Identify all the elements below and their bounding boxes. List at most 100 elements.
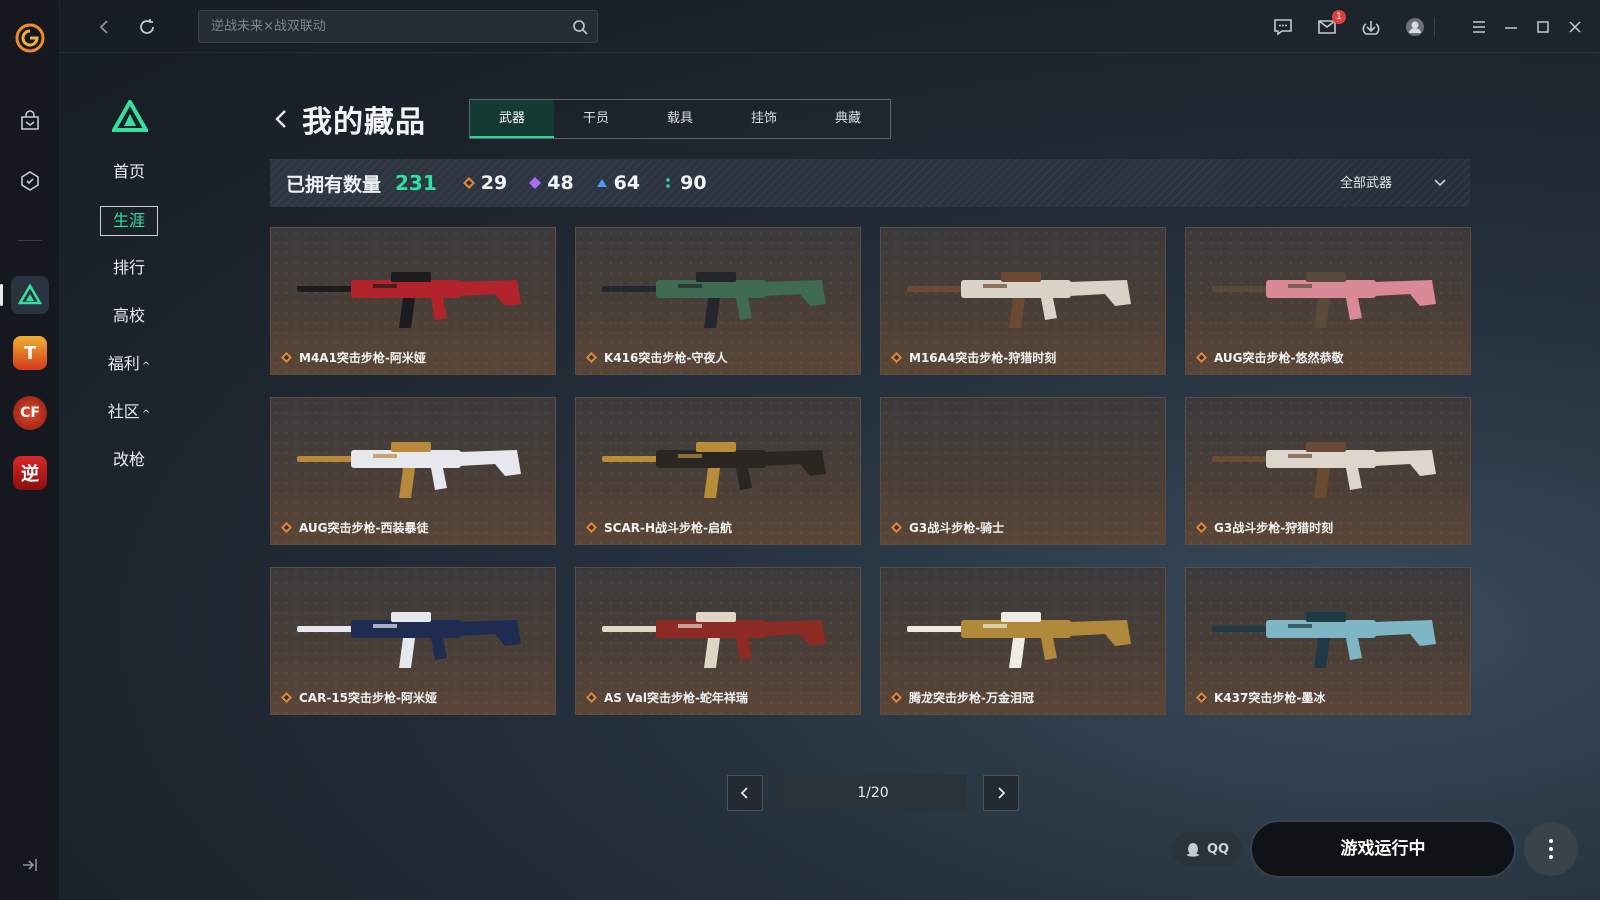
weapon-card[interactable]: M16A4突击步枪-狩猎时刻 (880, 227, 1166, 375)
weapon-label: G3战斗步枪-狩猎时刻 (1196, 519, 1333, 536)
app-rail: T CF 逆 (0, 0, 60, 900)
prev-page-button[interactable] (727, 775, 763, 811)
nav-career[interactable]: 生涯 (100, 206, 158, 236)
back-arrow-icon[interactable] (270, 107, 294, 131)
weapon-image (907, 272, 1131, 328)
rarity-count: 90 (680, 172, 707, 194)
refresh-icon[interactable] (134, 14, 160, 40)
weapon-image (907, 612, 1131, 668)
gem-orange-icon (281, 352, 292, 363)
weapon-card[interactable]: G3战斗步枪-狩猎时刻 (1185, 397, 1471, 545)
nav-ranking[interactable]: 排行 (100, 254, 158, 284)
nav-gun-mod[interactable]: 改枪 (100, 446, 158, 476)
weapon-label: 腾龙突击步枪-万金泪冠 (891, 689, 1034, 706)
weapon-name: 腾龙突击步枪-万金泪冠 (909, 691, 1034, 705)
search-icon[interactable] (571, 18, 589, 36)
mail-badge: 1 (1332, 10, 1346, 24)
chevron-up-icon: ^ (141, 361, 151, 372)
next-page-button[interactable] (983, 775, 1019, 811)
nav-welfare[interactable]: 福利 ^ (100, 350, 158, 380)
tab-collection[interactable]: 典藏 (806, 100, 890, 138)
gem-orange-icon (1196, 692, 1207, 703)
tab-operators[interactable]: 干员 (554, 100, 638, 138)
chevron-right-icon (998, 787, 1006, 799)
pagination: 1/20 (727, 775, 1019, 811)
nav-home[interactable]: 首页 (100, 158, 158, 188)
weapon-card[interactable]: AUG突击步枪-悠然恭敬 (1185, 227, 1471, 375)
back-nav-icon[interactable] (92, 14, 118, 40)
weapon-label: K416突击步枪-守夜人 (586, 349, 727, 366)
weapon-image (297, 612, 521, 668)
weapon-card[interactable]: M4A1突击步枪-阿米娅 (270, 227, 556, 375)
chevron-up-icon: ^ (141, 409, 151, 420)
maximize-icon[interactable] (1530, 14, 1556, 40)
weapon-filter-dropdown[interactable]: 全部武器 (1340, 172, 1448, 191)
nav-label: 生涯 (112, 211, 145, 230)
game-running-button[interactable]: 游戏运行中 (1250, 820, 1516, 878)
rail-divider (18, 240, 42, 241)
topbar-divider (1434, 17, 1435, 37)
nav-label: 社区 (107, 402, 140, 421)
weapon-image (1212, 272, 1436, 328)
tab-vehicles[interactable]: 载具 (638, 100, 722, 138)
gem-orange-icon (462, 177, 475, 189)
more-vertical-icon (1549, 839, 1553, 859)
qq-button[interactable]: QQ (1172, 832, 1242, 866)
weapon-card[interactable]: CAR-15突击步枪-阿米娅 (270, 567, 556, 715)
gem-orange-icon (586, 522, 597, 533)
weapon-name: AS Val突击步枪-蛇年祥瑞 (604, 691, 748, 705)
nav-label: 排行 (112, 258, 145, 277)
app-logo-icon[interactable] (14, 22, 46, 54)
weapon-name: AUG突击步枪-西装暴徒 (299, 521, 429, 535)
weapon-label: M4A1突击步枪-阿米娅 (281, 349, 426, 366)
chat-icon[interactable] (1270, 14, 1296, 40)
weapon-card[interactable]: K437突击步枪-墨冰 (1185, 567, 1471, 715)
weapon-name: M16A4突击步枪-狩猎时刻 (909, 351, 1057, 365)
page-header: 我的藏品 (270, 98, 426, 140)
weapon-label: M16A4突击步枪-狩猎时刻 (891, 349, 1056, 366)
weapon-card[interactable]: 腾龙突击步枪-万金泪冠 (880, 567, 1166, 715)
user-avatar[interactable] (1402, 14, 1428, 40)
page-title: 我的藏品 (302, 105, 426, 140)
game-nizhan-future-icon[interactable] (0, 276, 49, 314)
weapon-label: CAR-15突击步枪-阿米娅 (281, 689, 437, 706)
owned-count-label: 已拥有数量 (286, 173, 382, 196)
weapon-image (297, 272, 521, 328)
weapon-card[interactable]: G3战斗步枪-骑士 (880, 397, 1166, 545)
game-nizhan-icon[interactable]: 逆 (11, 454, 49, 492)
weapon-image (602, 272, 826, 328)
search-input[interactable] (199, 11, 559, 42)
gem-orange-icon (586, 692, 597, 703)
close-icon[interactable] (1562, 14, 1588, 40)
section-nav: 首页 生涯 排行 高校 福利 ^ 社区 ^ 改枪 (100, 158, 170, 494)
nav-label: 改枪 (112, 450, 145, 469)
nav-college[interactable]: 高校 (100, 302, 158, 332)
game-t-icon[interactable]: T (11, 334, 49, 372)
weapon-card[interactable]: AS Val突击步枪-蛇年祥瑞 (575, 567, 861, 715)
brand-logo-icon (112, 100, 148, 132)
more-options-button[interactable] (1524, 822, 1578, 876)
weapon-card[interactable]: AUG突击步枪-西装暴徒 (270, 397, 556, 545)
mail-icon[interactable]: 1 (1314, 10, 1346, 40)
discover-icon[interactable] (11, 162, 49, 200)
qq-label: QQ (1206, 841, 1230, 857)
weapon-card[interactable]: SCAR-H战斗步枪-启航 (575, 397, 861, 545)
search-box (198, 10, 598, 43)
collection-tabs: 武器 干员 载具 挂饰 典藏 (469, 99, 891, 139)
nav-community[interactable]: 社区 ^ (100, 398, 158, 428)
game-cf-icon[interactable]: CF (11, 394, 49, 432)
nav-label: 福利 (107, 354, 140, 373)
weapon-image (1212, 442, 1436, 498)
tab-charms[interactable]: 挂饰 (722, 100, 806, 138)
minimize-icon[interactable] (1498, 14, 1524, 40)
weapon-name: CAR-15突击步枪-阿米娅 (299, 691, 437, 705)
tab-weapons[interactable]: 武器 (470, 100, 554, 138)
rarity-count: 29 (480, 172, 508, 194)
menu-icon[interactable] (1466, 14, 1492, 40)
download-icon[interactable] (1358, 14, 1384, 40)
weapon-label: AUG突击步枪-西装暴徒 (281, 519, 429, 536)
weapon-card[interactable]: K416突击步枪-守夜人 (575, 227, 861, 375)
collapse-sidebar-icon[interactable] (19, 854, 41, 876)
store-icon[interactable] (11, 102, 49, 140)
rarity-legendary: 29 (462, 172, 508, 194)
